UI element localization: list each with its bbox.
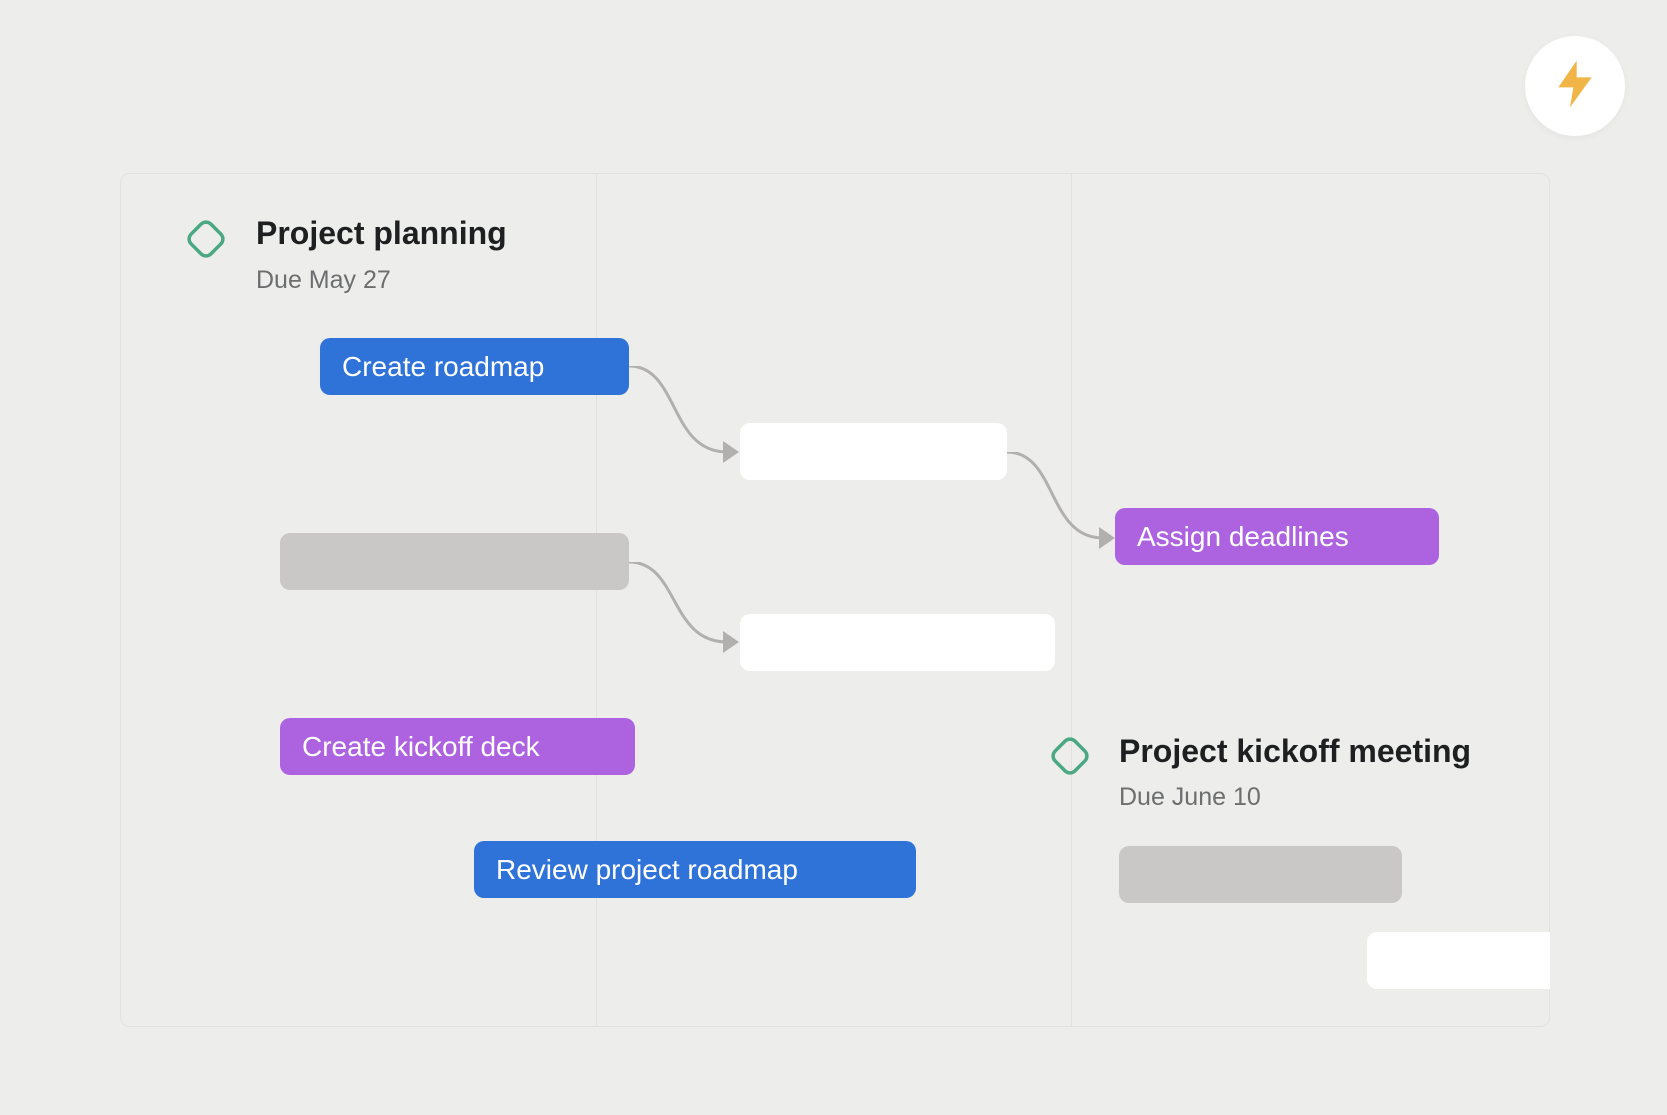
dependency-connector xyxy=(1007,452,1121,546)
arrow-right-icon xyxy=(723,441,739,463)
automation-fab[interactable] xyxy=(1525,36,1625,136)
task-placeholder[interactable] xyxy=(740,423,1007,480)
arrow-right-icon xyxy=(723,631,739,653)
task-review-roadmap[interactable]: Review project roadmap xyxy=(474,841,916,898)
timeline-board: Project planning Due May 27 Create roadm… xyxy=(120,173,1550,1027)
task-placeholder[interactable] xyxy=(740,614,1055,671)
milestone-kickoff-due: Due June 10 xyxy=(1119,783,1261,812)
task-assign-deadlines[interactable]: Assign deadlines xyxy=(1115,508,1439,565)
milestone-planning-title[interactable]: Project planning xyxy=(256,215,507,252)
task-placeholder[interactable] xyxy=(280,533,629,590)
milestone-diamond-icon xyxy=(181,214,231,264)
column-divider xyxy=(596,174,597,1026)
dependency-connector xyxy=(629,366,747,460)
milestone-diamond-icon xyxy=(1045,731,1095,781)
column-divider xyxy=(1071,174,1072,1026)
task-create-kickoff-deck[interactable]: Create kickoff deck xyxy=(280,718,635,775)
task-create-roadmap[interactable]: Create roadmap xyxy=(320,338,629,395)
dependency-connector xyxy=(629,562,747,650)
arrow-right-icon xyxy=(1099,527,1115,549)
milestone-kickoff-title[interactable]: Project kickoff meeting xyxy=(1119,733,1471,770)
lightning-icon xyxy=(1555,60,1595,113)
milestone-planning-due: Due May 27 xyxy=(256,266,391,295)
task-placeholder[interactable] xyxy=(1119,846,1402,903)
task-placeholder[interactable] xyxy=(1367,932,1550,989)
